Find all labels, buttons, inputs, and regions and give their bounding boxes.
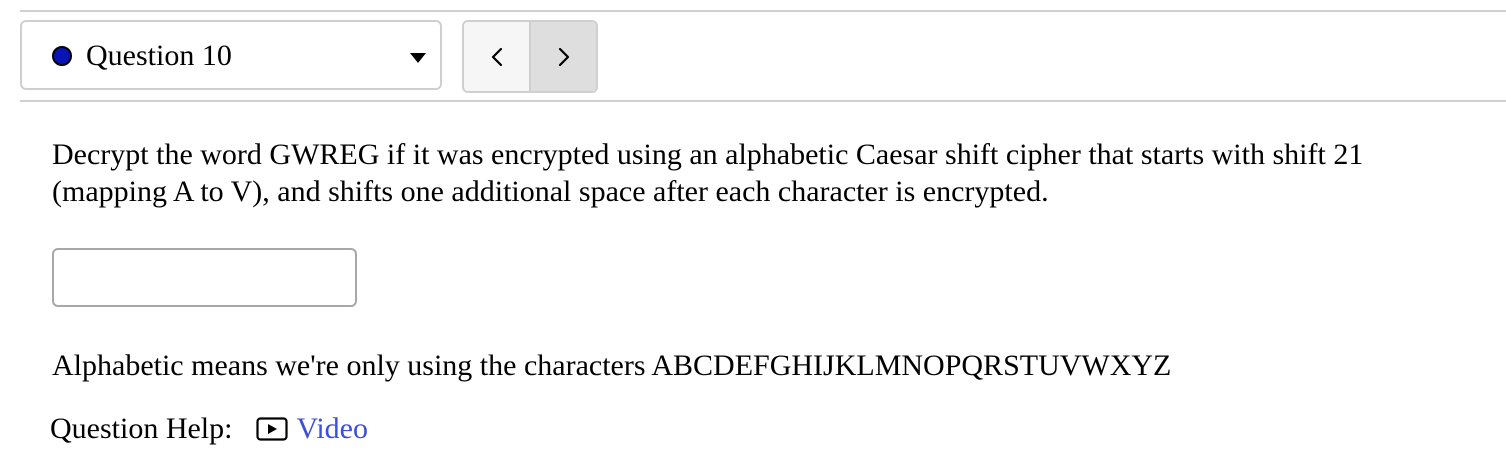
top-divider bbox=[20, 10, 1506, 12]
previous-question-button[interactable] bbox=[464, 22, 531, 91]
question-nav-group bbox=[462, 20, 598, 93]
question-text: Decrypt the word GWREG if it was encrypt… bbox=[52, 138, 1364, 208]
alphabet-note: Alphabetic means we're only using the ch… bbox=[52, 349, 1172, 382]
question-selector-label: Question 10 bbox=[86, 39, 232, 72]
play-icon bbox=[256, 417, 289, 441]
chevron-left-icon bbox=[491, 47, 502, 66]
question-help-label: Question Help: bbox=[50, 412, 233, 445]
question-status-dot bbox=[52, 46, 72, 66]
video-help-link[interactable]: Video bbox=[256, 412, 368, 446]
question-selector[interactable]: Question 10 bbox=[20, 20, 442, 90]
answer-input[interactable] bbox=[52, 248, 357, 307]
video-link-label: Video bbox=[296, 412, 368, 445]
dropdown-caret-icon bbox=[410, 53, 426, 63]
chevron-right-icon bbox=[558, 47, 569, 66]
question-help: Question Help: Video bbox=[50, 410, 368, 448]
header-divider bbox=[20, 100, 1506, 102]
next-question-button[interactable] bbox=[531, 22, 596, 91]
